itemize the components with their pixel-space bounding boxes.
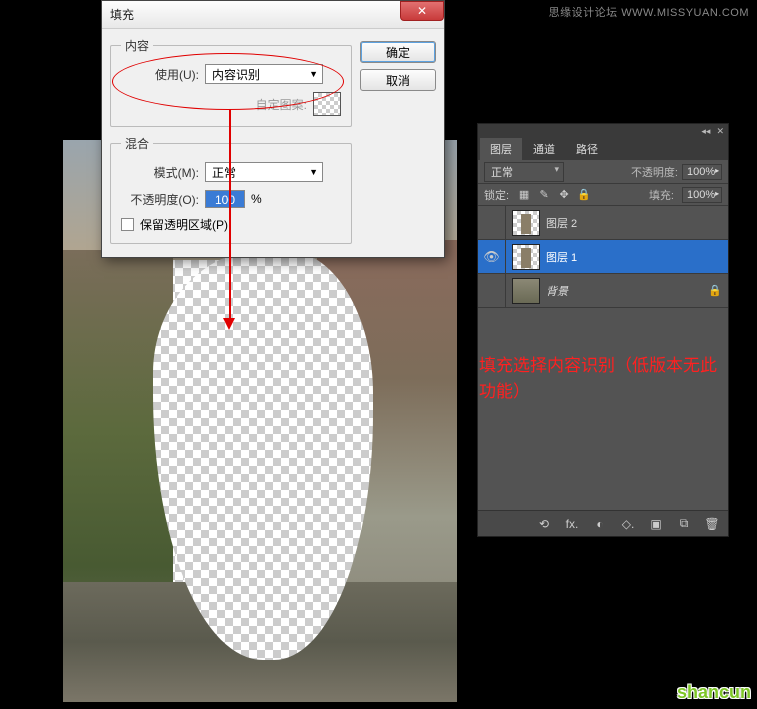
dialog-title: 填充 — [110, 6, 134, 23]
lock-move-icon[interactable]: ✥ — [557, 188, 571, 201]
lock-all-icon[interactable]: 🔒 — [577, 188, 591, 201]
mode-dropdown[interactable]: 正常 ▼ — [205, 162, 323, 182]
layer-thumbnail[interactable] — [512, 278, 540, 304]
opacity-unit: % — [251, 192, 262, 206]
opacity-label: 不透明度(O): — [121, 191, 199, 208]
panel-fill-input[interactable]: 100%▸ — [682, 187, 722, 203]
layer-name[interactable]: 背景 — [546, 283, 708, 299]
panel-opacity-input[interactable]: 100%▸ — [682, 164, 722, 180]
layer-name[interactable]: 图层 2 — [546, 215, 722, 231]
trash-icon[interactable]: 🗑 — [704, 517, 720, 531]
pattern-label: 自定图案: — [256, 96, 307, 113]
use-value: 内容识别 — [212, 66, 260, 83]
close-icon[interactable]: ✕ — [716, 126, 724, 137]
close-button[interactable]: ✕ — [400, 1, 444, 21]
opacity-input[interactable]: 100 — [205, 190, 245, 208]
chevron-icon: ▸ — [715, 189, 719, 201]
panel-topbar: ◂◂ ✕ — [478, 124, 728, 138]
visibility-toggle[interactable] — [478, 274, 506, 307]
ok-button[interactable]: 确定 — [360, 41, 436, 63]
lock-brush-icon[interactable]: ✎ — [537, 188, 551, 201]
blend-mode-dropdown[interactable]: 正常 — [484, 162, 564, 182]
fx-icon[interactable]: fx. — [564, 517, 580, 531]
fill-dialog: 填充 ✕ 内容 使用(U): 内容识别 ▼ 自定图案: — [101, 0, 445, 258]
cancel-button[interactable]: 取消 — [360, 69, 436, 91]
pattern-swatch[interactable] — [313, 92, 341, 116]
eye-icon: 👁 — [483, 249, 500, 265]
visibility-toggle[interactable] — [478, 206, 506, 239]
layer-row[interactable]: 图层 2 — [478, 206, 728, 240]
layer-name[interactable]: 图层 1 — [546, 249, 722, 265]
use-dropdown[interactable]: 内容识别 ▼ — [205, 64, 323, 84]
tab-layers[interactable]: 图层 — [480, 138, 522, 160]
use-label: 使用(U): — [121, 66, 199, 83]
preserve-checkbox[interactable] — [121, 218, 134, 231]
mode-value: 正常 — [212, 164, 236, 181]
layer-thumbnail[interactable] — [512, 210, 540, 236]
layers-panel: ◂◂ ✕ 图层 通道 路径 正常 不透明度: 100%▸ 锁定: ▦ ✎ ✥ 🔒… — [477, 123, 729, 537]
panel-fill-label: 填充: — [649, 187, 674, 203]
content-fieldset: 内容 使用(U): 内容识别 ▼ 自定图案: — [110, 37, 352, 127]
visibility-toggle[interactable]: 👁 — [478, 240, 506, 273]
blend-fieldset: 混合 模式(M): 正常 ▼ 不透明度(O): 100 % 保留透明区域(P) — [110, 135, 352, 244]
collapse-icon[interactable]: ◂◂ — [701, 126, 710, 137]
tab-paths[interactable]: 路径 — [566, 138, 608, 160]
blend-legend: 混合 — [121, 135, 153, 152]
chevron-icon: ▸ — [715, 166, 719, 178]
new-layer-icon[interactable]: ⧉ — [676, 516, 692, 531]
panel-opacity-label: 不透明度: — [631, 164, 678, 180]
chevron-down-icon: ▼ — [309, 69, 318, 79]
content-legend: 内容 — [121, 37, 153, 54]
group-icon[interactable]: ▣ — [648, 517, 664, 531]
layer-row[interactable]: 👁 图层 1 — [478, 240, 728, 274]
mask-icon[interactable]: ◐ — [592, 517, 608, 531]
preserve-label: 保留透明区域(P) — [140, 216, 228, 233]
link-icon[interactable]: ⟲ — [536, 517, 552, 531]
close-icon: ✕ — [417, 4, 427, 18]
mode-label: 模式(M): — [121, 164, 199, 181]
annotation-text: 填充选择内容识别（低版本无此功能） — [479, 353, 727, 404]
panel-tabs: 图层 通道 路径 — [478, 138, 728, 160]
lock-icon: 🔒 — [708, 284, 722, 297]
titlebar[interactable]: 填充 ✕ — [102, 1, 444, 29]
layer-row[interactable]: 背景 🔒 — [478, 274, 728, 308]
chevron-down-icon: ▼ — [309, 167, 318, 177]
tab-channels[interactable]: 通道 — [523, 138, 565, 160]
lock-transparency-icon[interactable]: ▦ — [517, 188, 531, 201]
layer-list: 图层 2 👁 图层 1 背景 🔒 — [478, 206, 728, 308]
layer-thumbnail[interactable] — [512, 244, 540, 270]
watermark-bottom: shancun — [677, 682, 751, 703]
watermark-top: 思缘设计论坛 WWW.MISSYUAN.COM — [549, 4, 749, 20]
adjustment-icon[interactable]: ◇. — [620, 517, 636, 531]
panel-footer: ⟲ fx. ◐ ◇. ▣ ⧉ 🗑 — [478, 510, 728, 536]
lock-label: 锁定: — [484, 187, 509, 203]
